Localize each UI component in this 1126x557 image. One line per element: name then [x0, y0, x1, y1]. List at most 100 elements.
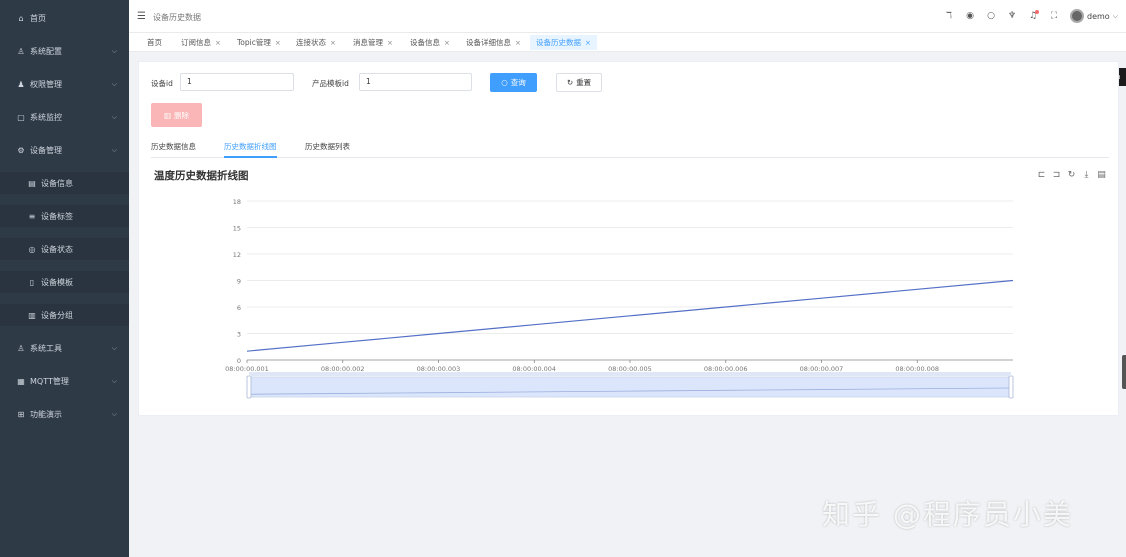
device-id-input[interactable]: 1: [180, 73, 294, 91]
tag-tab[interactable]: 设备详细信息 ×: [460, 35, 527, 50]
tag-tab[interactable]: 消息管理 ×: [347, 35, 399, 50]
translate-icon[interactable]: ℸ: [941, 11, 957, 21]
sidebar-item[interactable]: ♙ 系统配置 ⌵: [0, 40, 129, 62]
restore-icon[interactable]: ↻: [1064, 170, 1079, 180]
chevron-down-icon[interactable]: ⌵: [1113, 12, 1118, 21]
sidebar-item[interactable]: ≡ 设备标签: [0, 205, 129, 227]
sidebar-item[interactable]: ▥ 设备分组: [0, 304, 129, 326]
sidebar-item[interactable]: ◎ 设备状态: [0, 238, 129, 260]
home-icon: ⌂: [18, 13, 24, 23]
chevron-down-icon: ⌵: [111, 376, 117, 385]
device-info-icon: ▤: [28, 178, 36, 188]
device-id-label: 设备id: [151, 79, 173, 88]
template-id-label: 产品模板id: [312, 79, 349, 88]
sidebar-item[interactable]: ♟ 权限管理 ⌵: [0, 73, 129, 95]
close-icon[interactable]: ×: [330, 39, 336, 47]
tag-label: 首页: [147, 38, 162, 47]
sidebar-item[interactable]: ▦ MQTT管理 ⌵: [0, 370, 129, 392]
sidebar-item[interactable]: ♙ 系统工具 ⌵: [0, 337, 129, 359]
tag-tab[interactable]: 设备历史数据 ×: [530, 35, 597, 50]
x-tick-label: 08:00:00.002: [321, 365, 365, 373]
y-tick-label: 3: [237, 331, 241, 339]
search-icon: ○: [501, 78, 508, 87]
reset-button[interactable]: ↻ 重置: [556, 73, 602, 92]
datazoom-move-bar: [249, 372, 1011, 376]
sidebar-item[interactable]: ⌂ 首页: [0, 7, 129, 29]
avatar[interactable]: [1070, 9, 1084, 23]
x-tick-label: 08:00:00.007: [800, 365, 844, 373]
config-icon: ♙: [17, 46, 25, 56]
chevron-down-icon: ⌵: [111, 46, 117, 55]
gear-icon: ⚙: [17, 145, 25, 155]
side-drawer-handle[interactable]: [1122, 355, 1126, 389]
download-icon[interactable]: ⤓: [1079, 170, 1094, 180]
content-card: 设备id 1 产品模板id 1 ○ 查询 ↻ 重置 ▥ 删除 历史数据信息 历史数…: [138, 61, 1119, 416]
history-tab[interactable]: 历史数据信息: [151, 141, 196, 158]
tags-view-bar: 首页 订阅信息 × Topic管理 × 连接状态 × 消息管理 × 设备信息 × 设备详细信息 × 设备历…: [129, 33, 1126, 52]
history-tabs: 历史数据信息 历史数据折线图 历史数据列表: [151, 138, 1109, 158]
chart-toolbox: ⊏ ⊐ ↻ ⤓ ▤: [1034, 170, 1109, 180]
chevron-down-icon: ⌵: [111, 145, 117, 154]
y-tick-label: 12: [233, 251, 241, 259]
header-tools: ℸ ◉ ○ ♆ ♫ ⛶ demo ⌵: [936, 9, 1118, 23]
close-icon[interactable]: ×: [215, 39, 221, 47]
tag-tab[interactable]: 首页: [141, 35, 168, 50]
breadcrumb: 设备历史数据: [153, 13, 201, 22]
close-icon[interactable]: ×: [515, 39, 521, 47]
chevron-down-icon: ⌵: [111, 79, 117, 88]
watermark: 知乎 @程序员小美: [822, 498, 1073, 531]
fullscreen-icon[interactable]: ⛶: [1046, 11, 1062, 21]
datazoom-handle-right: [1008, 375, 1014, 399]
sidebar-item[interactable]: ▢ 系统监控 ⌵: [0, 106, 129, 128]
history-tab[interactable]: 历史数据列表: [305, 141, 350, 158]
chevron-down-icon: ⌵: [111, 409, 117, 418]
template-id-input[interactable]: 1: [359, 73, 472, 91]
sidebar-item[interactable]: ⊞ 功能演示 ⌵: [0, 403, 129, 425]
group-icon: ▥: [28, 310, 36, 320]
sidebar-item[interactable]: ▯ 设备模板: [0, 271, 129, 293]
zoom-icon[interactable]: ⊏: [1034, 170, 1049, 180]
close-icon[interactable]: ×: [275, 39, 281, 47]
tag-label: 订阅信息: [181, 38, 211, 47]
bell-icon[interactable]: ♫: [1025, 10, 1041, 21]
tag-label: 设备信息: [410, 38, 440, 47]
search-button[interactable]: ○ 查询: [490, 73, 537, 92]
y-tick-label: 6: [237, 304, 241, 312]
sidebar-item-label: 首页: [30, 13, 46, 23]
tag-label: 设备历史数据: [536, 38, 581, 47]
shirt-icon[interactable]: ♆: [1004, 11, 1020, 21]
tag-tab[interactable]: 连接状态 ×: [290, 35, 342, 50]
close-icon[interactable]: ×: [585, 39, 591, 47]
sidebar-item[interactable]: ⚙ 设备管理 ⌵: [0, 139, 129, 161]
tag-label: 设备详细信息: [466, 38, 511, 47]
sidebar-item-label: 设备分组: [41, 310, 73, 320]
x-tick-label: 08:00:00.008: [895, 365, 939, 373]
list-icon: ≡: [28, 211, 36, 221]
search-icon[interactable]: ○: [983, 11, 999, 21]
delete-button[interactable]: ▥ 删除: [151, 103, 202, 127]
tag-tab[interactable]: 设备信息 ×: [404, 35, 456, 50]
delete-button-label: 删除: [174, 110, 190, 120]
username[interactable]: demo: [1087, 12, 1110, 21]
history-tab[interactable]: 历史数据折线图: [224, 141, 277, 158]
sidebar-item-label: 设备状态: [41, 244, 73, 254]
sidebar-item-label: 功能演示: [30, 409, 62, 419]
chart-title: 温度历史数据折线图: [154, 170, 249, 182]
top-header: ☰ 设备历史数据 ℸ ◉ ○ ♆ ♫ ⛶ demo ⌵: [129, 0, 1126, 33]
refresh-icon: ↻: [566, 78, 574, 87]
sidebar: ⌂ 首页 ♙ 系统配置 ⌵ ♟ 权限管理 ⌵ ▢ 系统监控 ⌵ ⚙ 设备管理 ⌵ ▤ 设备信息 ≡ 设备标签 ◎ 设备…: [0, 0, 129, 557]
github-icon[interactable]: ◉: [962, 11, 978, 21]
data-view-icon[interactable]: ▤: [1094, 170, 1109, 180]
close-icon[interactable]: ×: [387, 39, 393, 47]
zoom-reset-icon[interactable]: ⊐: [1049, 170, 1064, 180]
x-tick-label: 08:00:00.004: [512, 365, 556, 373]
close-icon[interactable]: ×: [444, 39, 450, 47]
tag-tab[interactable]: 订阅信息 ×: [175, 35, 227, 50]
trash-icon: ▥: [163, 110, 172, 120]
menu-toggle-icon[interactable]: ☰: [137, 11, 146, 22]
sidebar-item[interactable]: ▤ 设备信息: [0, 172, 129, 194]
tag-tab[interactable]: Topic管理 ×: [231, 35, 287, 50]
sidebar-item-label: MQTT管理: [30, 376, 69, 386]
y-tick-label: 9: [237, 278, 241, 286]
sidebar-item-label: 权限管理: [30, 79, 62, 89]
